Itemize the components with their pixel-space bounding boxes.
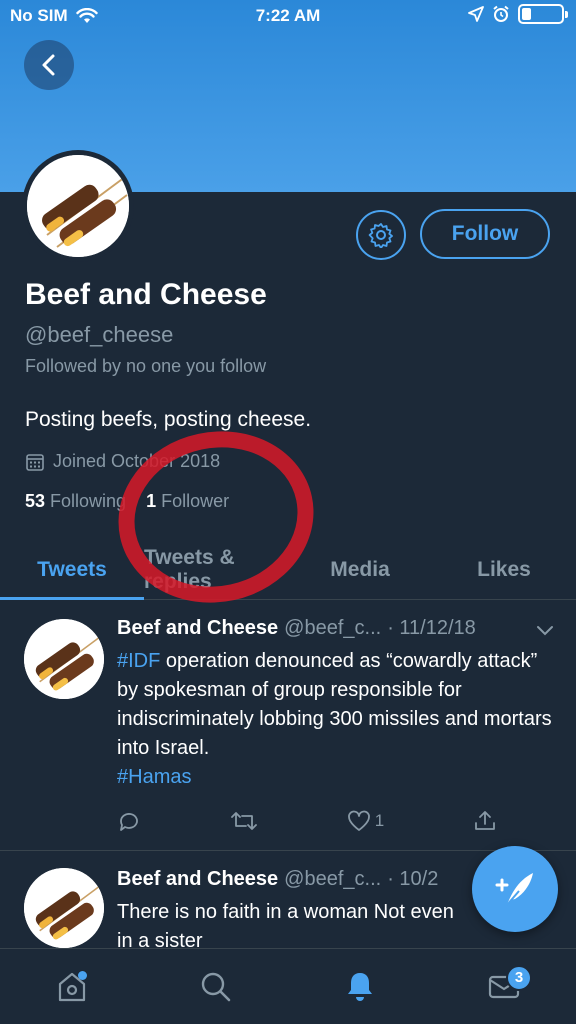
tweet-author-handle: @beef_c... <box>284 868 382 890</box>
followers-label: Follower <box>161 491 230 511</box>
following-label: Following <box>50 491 127 511</box>
tweet-actions: 1 <box>117 809 497 833</box>
profile-bio: Posting beefs, posting cheese. <box>25 408 312 431</box>
bottom-tab-bar: 3 <box>0 948 576 1024</box>
back-button[interactable] <box>24 40 74 90</box>
status-right <box>468 4 568 24</box>
tweet-author-handle: @beef_c... <box>284 617 382 639</box>
retweet-button[interactable] <box>230 809 258 833</box>
following-count: 53 <box>25 491 46 511</box>
reply-button[interactable] <box>117 809 141 833</box>
tweet-date: · 11/12/18 <box>387 617 476 639</box>
search-tab[interactable] <box>176 957 256 1017</box>
tweet-avatar[interactable] <box>24 619 104 699</box>
tweet-avatar[interactable] <box>24 868 104 948</box>
beef-skewer-image <box>24 619 104 699</box>
beef-skewer-image <box>27 155 129 257</box>
location-icon <box>468 6 484 22</box>
calendar-icon <box>26 453 44 471</box>
tweet[interactable]: Beef and Cheese @beef_c... · 11/12/18 #I… <box>0 601 576 851</box>
like-button[interactable]: 1 <box>347 809 384 833</box>
tweet-author-name: Beef and Cheese <box>117 868 279 890</box>
home-notification-dot <box>78 970 87 980</box>
compose-tweet-button[interactable] <box>472 846 558 932</box>
follow-button[interactable]: Follow <box>420 209 550 259</box>
status-bar: No SIM 7:22 AM <box>0 0 576 34</box>
tweet-text: #IDF operation denounced as “cowardly at… <box>117 647 557 792</box>
retweet-icon <box>230 812 257 830</box>
tweet-date: · 10/2 <box>387 868 439 890</box>
alarm-icon <box>493 5 509 22</box>
tweet-body-text: operation denounced as “cowardly attack”… <box>117 650 552 759</box>
joined-label: Joined October 2018 <box>53 451 221 471</box>
gear-icon <box>368 223 393 248</box>
messages-tab[interactable]: 3 <box>464 957 544 1017</box>
settings-button[interactable] <box>356 210 406 260</box>
followers-link[interactable]: 1 Follower <box>146 491 229 512</box>
battery-icon <box>518 4 568 24</box>
tab-media[interactable]: Media <box>288 540 432 599</box>
chevron-down-icon[interactable] <box>536 623 554 637</box>
tab-tweets[interactable]: Tweets <box>0 540 144 600</box>
profile-handle: @beef_cheese <box>25 322 174 347</box>
tweet-body-text: There is no faith in a woman Not even in… <box>117 901 454 948</box>
profile-name: Beef and Cheese <box>25 278 267 311</box>
hashtag-link[interactable]: #IDF <box>117 650 160 672</box>
messages-badge: 3 <box>506 964 532 991</box>
joined-date: Joined October 2018 <box>25 451 220 472</box>
share-icon <box>475 811 495 830</box>
search-icon <box>201 972 231 1001</box>
tab-likes[interactable]: Likes <box>432 540 576 599</box>
beef-skewer-image <box>24 868 104 948</box>
tab-tweets-replies[interactable]: Tweets & replies <box>144 540 288 599</box>
followed-by-text: Followed by no one you follow <box>25 356 267 376</box>
profile-tabs: Tweets Tweets & replies Media Likes <box>0 540 576 600</box>
bell-icon <box>348 972 372 1001</box>
like-count: 1 <box>374 811 385 830</box>
home-tab[interactable] <box>32 957 112 1017</box>
profile-avatar[interactable] <box>22 150 134 262</box>
chevron-left-icon <box>42 54 55 76</box>
hashtag-link[interactable]: #Hamas <box>117 766 191 788</box>
tweet-header: Beef and Cheese @beef_c... · 11/12/18 <box>117 617 476 640</box>
tweet-header: Beef and Cheese @beef_c... · 10/2 <box>117 868 438 891</box>
following-link[interactable]: 53 Following <box>25 491 126 512</box>
feather-plus-icon <box>495 873 533 906</box>
followers-count: 1 <box>146 491 157 511</box>
share-button[interactable] <box>473 809 497 833</box>
reply-icon <box>120 813 138 831</box>
tweet-author-name: Beef and Cheese <box>117 617 279 639</box>
follow-counts: 53 Following 1 Follower <box>25 491 229 512</box>
heart-icon <box>347 810 370 831</box>
notifications-tab[interactable] <box>320 957 400 1017</box>
avatar-image <box>27 155 129 257</box>
